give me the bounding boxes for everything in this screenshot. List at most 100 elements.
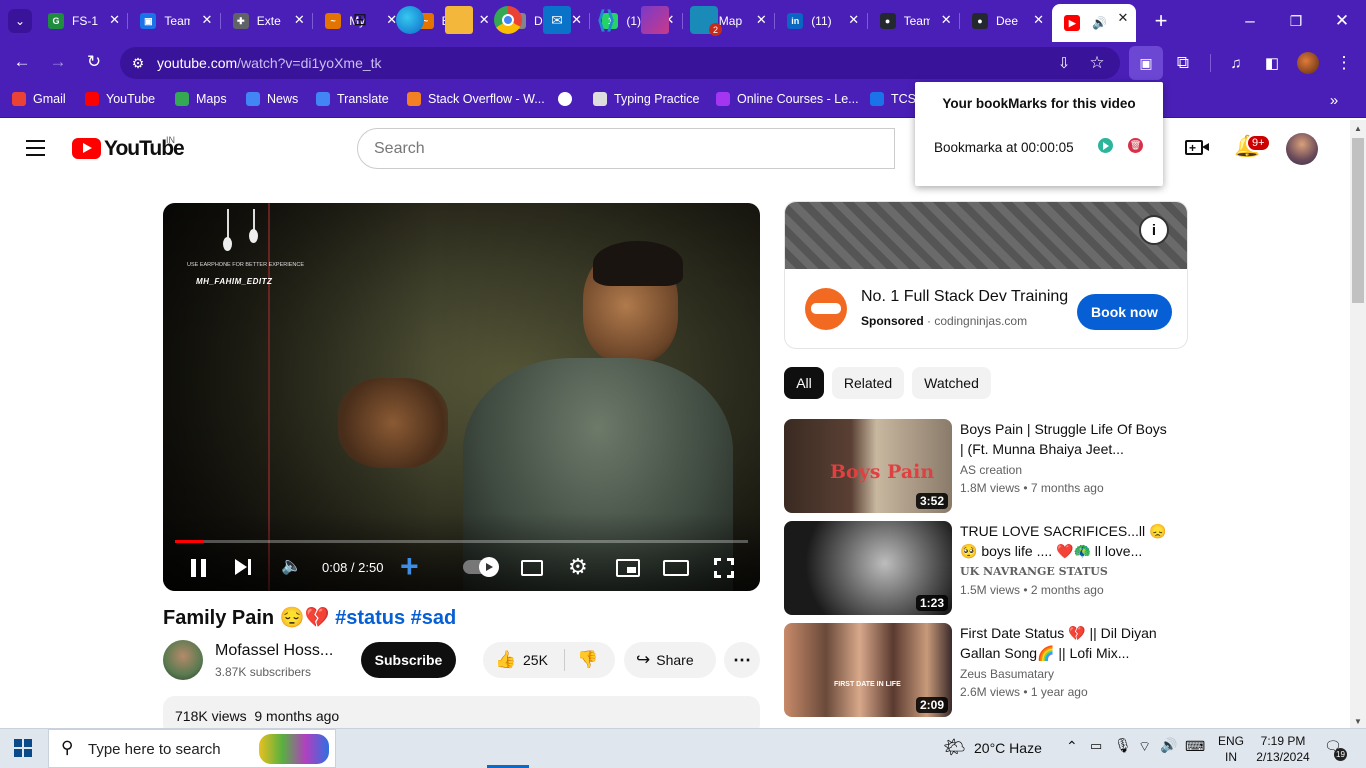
channel-name[interactable]: Mofassel Hoss... (215, 642, 333, 660)
bookmark-item[interactable]: Maps (175, 92, 227, 106)
mail-icon[interactable]: ✉ (543, 6, 571, 34)
ad-title[interactable]: No. 1 Full Stack Dev Training (861, 288, 1068, 306)
close-window-button[interactable]: ✕ (1330, 9, 1354, 33)
chrome-taskbar-icon[interactable] (494, 6, 522, 34)
chip-all[interactable]: All (784, 367, 824, 399)
tab-item[interactable]: in (11) ✕ (775, 6, 867, 36)
site-info-icon[interactable]: ⚙ (126, 51, 150, 75)
bookmark-item[interactable]: Stack Overflow - W... (407, 92, 545, 106)
captions-icon[interactable] (521, 560, 543, 576)
weather-icon[interactable]: 🌤 (943, 737, 966, 758)
bookmark-item[interactable]: YouTube (85, 92, 155, 106)
tab-item[interactable]: ● Dee ✕ (960, 6, 1052, 36)
restore-button[interactable]: ❐ (1284, 9, 1308, 33)
book-now-button[interactable]: Book now (1077, 294, 1172, 330)
taskbar-search-box[interactable]: ⚲ Type here to search (48, 729, 336, 768)
file-explorer-icon[interactable] (445, 6, 473, 34)
tab-search-button[interactable]: ⌄ (8, 9, 32, 33)
new-tab-button[interactable]: + (1149, 8, 1173, 33)
bookmark-item[interactable]: Online Courses - Le... (716, 92, 859, 106)
account-avatar[interactable] (1286, 133, 1318, 165)
bookmark-item[interactable]: Typing Practice (593, 92, 699, 106)
video-thumbnail[interactable]: Boys Pain 3:52 (784, 419, 952, 513)
dislike-icon[interactable]: 👎 (577, 650, 598, 670)
tab-item[interactable]: ▶ 🔊 ✕ (1052, 4, 1137, 42)
recommendation-title[interactable]: TRUE LOVE SACRIFICES...ll 😞 🥺 boys life … (960, 521, 1170, 561)
channel-avatar[interactable] (163, 640, 203, 680)
create-video-icon[interactable]: + (1184, 136, 1210, 160)
tab-close-icon[interactable]: ✕ (294, 12, 305, 28)
guide-menu-icon[interactable] (26, 140, 45, 156)
tab-close-icon[interactable]: ✕ (848, 12, 859, 28)
battery-icon[interactable]: ▭ (1090, 738, 1102, 754)
tab-close-icon[interactable]: ✕ (1117, 10, 1128, 26)
tab-close-icon[interactable]: ✕ (571, 12, 582, 28)
video-hashtags[interactable]: #status #sad (335, 607, 456, 629)
back-icon[interactable]: ← (10, 50, 34, 74)
speaker-icon[interactable]: 🔊 (1160, 737, 1177, 754)
chip-related[interactable]: Related (832, 367, 904, 399)
fullscreen-icon[interactable] (714, 558, 734, 578)
tab-close-icon[interactable]: ✕ (756, 12, 767, 28)
search-input[interactable]: Search (357, 128, 895, 169)
bookmark-item[interactable] (558, 92, 579, 106)
play-bookmark-icon[interactable] (1098, 138, 1113, 153)
like-count[interactable]: 25K (523, 652, 548, 668)
recommendation-item[interactable]: 1:23 TRUE LOVE SACRIFICES...ll 😞 🥺 boys … (784, 521, 1184, 617)
reload-icon[interactable]: ↻ (82, 50, 106, 74)
recommendation-item[interactable]: Boys Pain 3:52 Boys Pain | Struggle Life… (784, 419, 1184, 515)
url-text[interactable]: youtube.com/watch?v=di1yoXme_tk (157, 55, 382, 71)
youtube-logo-icon[interactable] (72, 138, 101, 159)
tab-item[interactable]: ▣ Team ✕ (128, 6, 220, 36)
side-panel-icon[interactable]: ◧ (1260, 51, 1284, 75)
bookmark-item[interactable]: News (246, 92, 298, 106)
edge-icon[interactable] (396, 6, 424, 34)
next-video-icon[interactable] (235, 559, 255, 577)
audio-playing-icon[interactable]: 🔊 (1092, 16, 1107, 30)
add-bookmark-button[interactable]: + (400, 550, 419, 582)
bookmark-item[interactable]: Translate (316, 92, 389, 106)
video-player[interactable]: USE EARPHONE FOR BETTER EXPERIENCE MH_FA… (163, 203, 760, 591)
bookmark-item[interactable]: TCS (870, 92, 916, 106)
tab-close-icon[interactable]: ✕ (479, 12, 490, 28)
more-bookmarks-icon[interactable]: » (1322, 88, 1346, 112)
app-with-badge-icon[interactable]: 2 (690, 6, 722, 36)
video-thumbnail[interactable]: FIRST DATE IN LIFE 2:09 (784, 623, 952, 717)
video-thumbnail[interactable]: 1:23 (784, 521, 952, 615)
keyboard-icon[interactable]: ⌨ (1185, 738, 1205, 755)
share-button[interactable]: ↪ Share (624, 642, 716, 678)
clock[interactable]: 7:19 PM 2/13/2024 (1253, 733, 1313, 765)
settings-icon[interactable]: ⚙ (568, 554, 588, 580)
recommendation-title[interactable]: Boys Pain | Struggle Life Of Boys | (Ft.… (960, 419, 1170, 459)
minimize-button[interactable]: – (1238, 9, 1262, 33)
recommendation-item[interactable]: FIRST DATE IN LIFE 2:09 First Date Statu… (784, 623, 1184, 719)
tab-item[interactable]: G FS-1 ✕ (36, 6, 128, 36)
profile-avatar[interactable] (1297, 52, 1319, 74)
theater-mode-icon[interactable] (663, 560, 689, 576)
windows-start-icon[interactable] (14, 739, 32, 757)
extensions-icon[interactable]: ⧉ (1171, 51, 1195, 75)
volume-icon[interactable]: 🔈 (281, 556, 302, 576)
bookmark-item[interactable]: Gmail (12, 92, 66, 106)
microphone-icon[interactable]: 🎙 (1114, 737, 1132, 754)
bookmark-star-icon[interactable]: ☆ (1085, 51, 1109, 75)
clipchamp-icon[interactable] (641, 6, 669, 34)
tab-close-icon[interactable]: ✕ (201, 12, 212, 28)
forward-icon[interactable]: → (46, 50, 70, 74)
tab-item[interactable]: ● Team ✕ (868, 6, 960, 36)
page-scrollbar[interactable]: ▲ ▼ (1350, 120, 1366, 728)
ad-info-icon[interactable]: i (1139, 215, 1169, 245)
vscode-icon[interactable]: ⟨⟩ (592, 6, 620, 34)
install-app-icon[interactable]: ⇩ (1052, 51, 1076, 75)
tab-item[interactable]: ✚ Exte ✕ (221, 6, 313, 36)
recommendation-title[interactable]: First Date Status 💔 || Dil Diyan Gallan … (960, 623, 1170, 663)
miniplayer-icon[interactable] (616, 559, 640, 577)
task-view-icon[interactable]: ⊞ (346, 6, 374, 34)
recommendation-channel[interactable]: Zeus Basumatary (960, 667, 1054, 681)
like-icon[interactable]: 👍 (495, 650, 516, 670)
tab-close-icon[interactable]: ✕ (109, 12, 120, 28)
show-hidden-icons[interactable]: ⌃ (1066, 738, 1078, 755)
subscribe-button[interactable]: Subscribe (361, 642, 456, 678)
yt-bookmark-extension-icon[interactable]: ▣ (1134, 51, 1158, 75)
recommendation-channel[interactable]: AS creation (960, 463, 1022, 477)
